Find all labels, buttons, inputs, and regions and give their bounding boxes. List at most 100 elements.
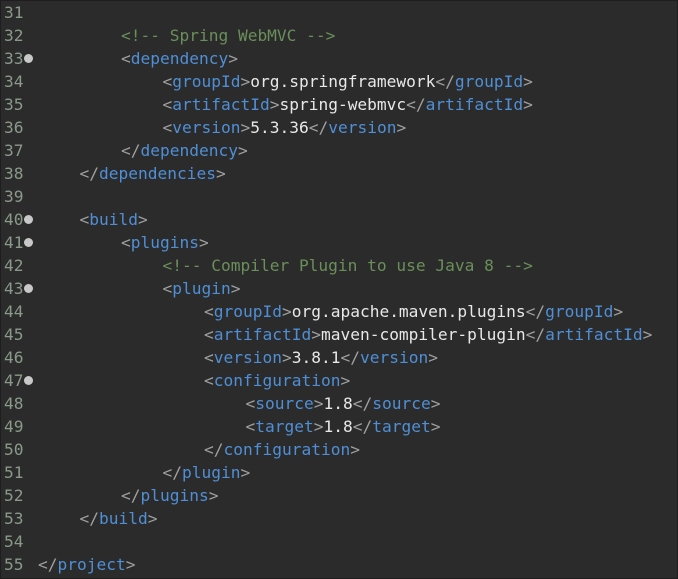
code-line[interactable]: 32 <!-- Spring WebMVC --> bbox=[1, 24, 677, 47]
line-content: <source>1.8</source> bbox=[246, 392, 441, 415]
xml-bracket: > bbox=[281, 348, 292, 367]
xml-tag-name: build bbox=[99, 509, 148, 528]
fold-toggle-icon[interactable] bbox=[24, 215, 33, 224]
xml-text: spring-webmvc bbox=[279, 95, 407, 114]
code-line[interactable]: 48 <source>1.8</source> bbox=[1, 392, 677, 415]
code-editor[interactable]: 31 32 <!-- Spring WebMVC --> 33 <dependency>… bbox=[0, 0, 678, 579]
line-number: 53 bbox=[4, 509, 24, 528]
code-line[interactable]: 54 bbox=[1, 530, 677, 553]
fold-toggle-icon[interactable] bbox=[24, 54, 33, 63]
line-number: 47 bbox=[4, 371, 24, 390]
line-content: </plugin> bbox=[163, 461, 251, 484]
xml-bracket: > bbox=[137, 210, 148, 229]
code-line[interactable]: 40 <build> bbox=[1, 208, 677, 231]
code-line[interactable]: 50 </configuration> bbox=[1, 438, 677, 461]
line-gutter: 52 bbox=[1, 484, 35, 507]
xml-bracket: > bbox=[208, 486, 219, 505]
code-line[interactable]: 31 bbox=[1, 1, 677, 24]
line-number: 37 bbox=[4, 141, 24, 160]
line-gutter: 54 bbox=[1, 530, 35, 553]
line-gutter: 41 bbox=[1, 231, 35, 254]
line-gutter: 36 bbox=[1, 116, 35, 139]
code-line[interactable]: 43 <plugin> bbox=[1, 277, 677, 300]
code-line[interactable]: 35 <artifactId>spring-webmvc</artifactId> bbox=[1, 93, 677, 116]
xml-tag-name: build bbox=[89, 210, 138, 229]
xml-bracket: < bbox=[79, 210, 90, 229]
line-number: 55 bbox=[4, 555, 24, 574]
xml-bracket: < bbox=[162, 118, 173, 137]
xml-bracket: > bbox=[228, 49, 238, 68]
code-line[interactable]: 33 <dependency> bbox=[1, 47, 677, 70]
line-number: 48 bbox=[4, 394, 24, 413]
xml-tag-name: source bbox=[255, 394, 314, 413]
code-line[interactable]: 37 </dependency> bbox=[1, 139, 677, 162]
line-gutter: 53 bbox=[1, 507, 35, 530]
line-content: <groupId>org.apache.maven.plugins</group… bbox=[204, 300, 623, 323]
xml-bracket: </ bbox=[435, 72, 455, 91]
code-line[interactable]: 53 </build> bbox=[1, 507, 677, 530]
code-line[interactable]: 41 <plugins> bbox=[1, 231, 677, 254]
xml-bracket: > bbox=[240, 118, 251, 137]
xml-bracket: </ bbox=[352, 394, 373, 413]
xml-bracket: < bbox=[245, 417, 256, 436]
line-content: <version>3.8.1</version> bbox=[204, 346, 438, 369]
xml-text: 1.8 bbox=[323, 394, 353, 413]
xml-comment: <!-- Spring WebMVC --> bbox=[121, 26, 336, 45]
code-line[interactable]: 39 bbox=[1, 185, 677, 208]
line-content: </dependencies> bbox=[80, 162, 226, 185]
line-gutter: 37 bbox=[1, 139, 35, 162]
code-line[interactable]: 55 </project> bbox=[1, 553, 677, 576]
xml-tag-name: artifactId bbox=[172, 95, 270, 114]
fold-toggle-icon[interactable] bbox=[24, 376, 33, 385]
xml-tag-name: groupId bbox=[545, 302, 614, 321]
xml-bracket: > bbox=[230, 279, 241, 298]
code-line[interactable]: 49 <target>1.8</target> bbox=[1, 415, 677, 438]
line-number: 43 bbox=[4, 279, 24, 298]
xml-tag-name: version bbox=[359, 348, 429, 367]
line-number: 46 bbox=[4, 348, 24, 367]
code-line[interactable]: 52 </plugins> bbox=[1, 484, 677, 507]
xml-bracket: </ bbox=[38, 555, 58, 574]
xml-tag-name: target bbox=[372, 417, 431, 436]
line-gutter: 50 bbox=[1, 438, 35, 461]
line-content: </plugins> bbox=[121, 484, 218, 507]
xml-text: org.apache.maven.plugins bbox=[291, 302, 526, 321]
xml-tag-name: groupId bbox=[172, 72, 241, 91]
fold-toggle-icon[interactable] bbox=[24, 238, 33, 247]
line-number: 38 bbox=[4, 164, 24, 183]
xml-bracket: > bbox=[430, 394, 441, 413]
xml-tag-name: dependency bbox=[140, 141, 238, 160]
line-number: 44 bbox=[4, 302, 24, 321]
line-gutter: 49 bbox=[1, 415, 35, 438]
code-area[interactable]: 31 32 <!-- Spring WebMVC --> 33 <dependency>… bbox=[1, 1, 677, 576]
xml-bracket: > bbox=[642, 325, 653, 344]
xml-bracket: > bbox=[428, 348, 438, 367]
line-number: 36 bbox=[4, 118, 24, 137]
code-line[interactable]: 47 <configuration> bbox=[1, 369, 677, 392]
code-line[interactable]: 44 <groupId>org.apache.maven.plugins</gro… bbox=[1, 300, 677, 323]
xml-bracket: </ bbox=[308, 118, 329, 137]
code-line[interactable]: 36 <version>5.3.36</version> bbox=[1, 116, 677, 139]
xml-bracket: </ bbox=[204, 440, 224, 459]
line-content: <groupId>org.springframework</groupId> bbox=[163, 70, 533, 93]
xml-bracket: < bbox=[162, 279, 173, 298]
xml-tag-name: source bbox=[372, 394, 431, 413]
line-content: <plugin> bbox=[163, 277, 241, 300]
xml-bracket: </ bbox=[525, 325, 546, 344]
code-line[interactable]: 34 <groupId>org.springframework</groupId> bbox=[1, 70, 677, 93]
line-number: 54 bbox=[4, 532, 24, 551]
line-content: <plugins> bbox=[121, 231, 209, 254]
code-line[interactable]: 42 <!-- Compiler Plugin to use Java 8 --> bbox=[1, 254, 677, 277]
xml-tag-name: configuration bbox=[223, 440, 351, 459]
line-gutter: 51 bbox=[1, 461, 35, 484]
code-line[interactable]: 38 </dependencies> bbox=[1, 162, 677, 185]
code-line[interactable]: 46 <version>3.8.1</version> bbox=[1, 346, 677, 369]
fold-toggle-icon[interactable] bbox=[24, 284, 33, 293]
line-gutter: 33 bbox=[1, 47, 35, 70]
xml-bracket: < bbox=[121, 233, 131, 252]
xml-bracket: </ bbox=[406, 95, 426, 114]
xml-tag-name: groupId bbox=[454, 72, 524, 91]
code-line[interactable]: 51 </plugin> bbox=[1, 461, 677, 484]
code-line[interactable]: 45 <artifactId>maven-compiler-plugin</art… bbox=[1, 323, 677, 346]
xml-bracket: > bbox=[523, 72, 533, 91]
